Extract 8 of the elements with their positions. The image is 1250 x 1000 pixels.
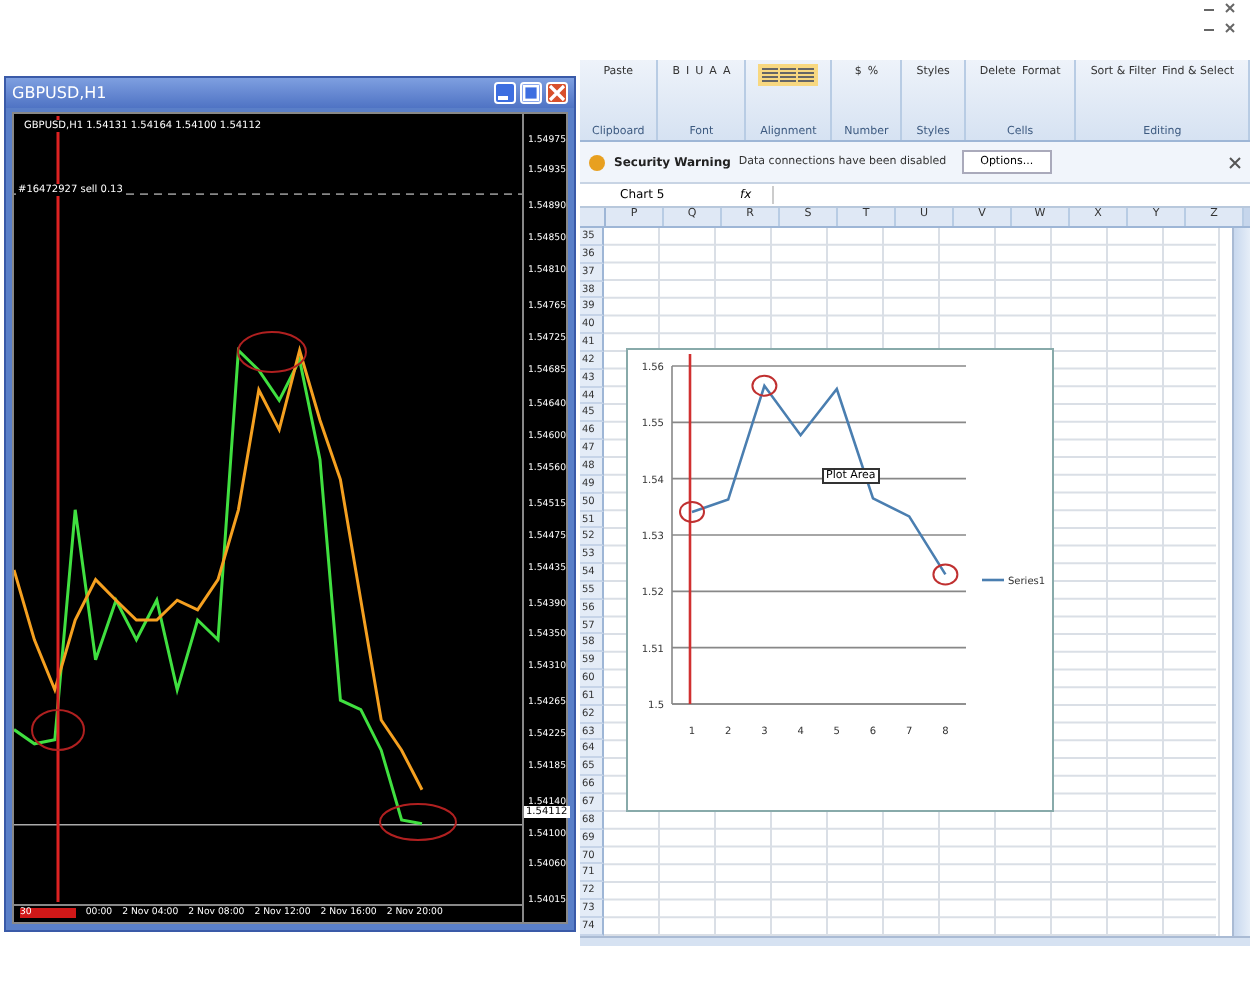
vertical-scrollbar[interactable] — [1232, 228, 1250, 936]
minimize-icon[interactable] — [494, 82, 516, 104]
maximize-icon[interactable] — [520, 82, 542, 104]
window-title: GBPUSD,H1 — [12, 84, 107, 102]
alignment-icon[interactable] — [758, 64, 819, 86]
horizontal-scrollbar[interactable] — [580, 936, 1250, 946]
shield-icon — [588, 153, 606, 171]
close-icon[interactable] — [1228, 155, 1242, 169]
